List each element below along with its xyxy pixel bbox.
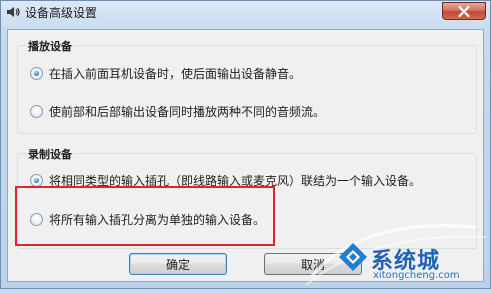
option-separate-input-jacks[interactable]: 将所有输入插孔分离为单独的输入设备。 [30,211,265,228]
title-bar[interactable]: 设备高级设置 [1,1,490,23]
option-mute-rear-on-front-headphone[interactable]: 在插入前面耳机设备时，使后面输出设备静音。 [30,65,301,82]
close-button[interactable] [442,2,486,20]
group-legend-playback: 播放设备 [26,38,74,54]
window-title: 设备高级设置 [25,6,98,20]
radio-button[interactable] [30,213,43,226]
option-label: 使前部和后部输出设备同时播放两种不同的音频流。 [49,105,326,119]
option-label: 将所有输入插孔分离为单独的输入设备。 [49,213,266,227]
group-legend-recording: 录制设备 [26,146,74,162]
watermark-logo: 系统城 xitongcheng.com [301,207,491,290]
watermark-url: xitongcheng.com [373,270,460,281]
close-icon [458,5,470,17]
settings-dialog: 设备高级设置 播放设备 在插入前面耳机设备时，使后面输出设备静音。 使前部和后部… [0,0,491,289]
option-combine-input-jacks[interactable]: 将相同类型的输入插孔（即线路输入或麦克风）联结为一个输入设备。 [30,172,421,189]
option-label: 将相同类型的输入插孔（即线路输入或麦克风）联结为一个输入设备。 [49,174,422,188]
radio-button-selected[interactable] [30,67,43,80]
radio-button[interactable] [30,105,43,118]
radio-button-selected[interactable] [30,174,43,187]
playback-devices-group: 播放设备 在插入前面耳机设备时，使后面输出设备静音。 使前部和后部输出设备同时播… [17,38,477,134]
option-dual-stream-playback[interactable]: 使前部和后部输出设备同时播放两种不同的音频流。 [30,103,325,120]
ok-button[interactable]: 确定 [129,253,227,275]
speaker-icon [5,4,21,20]
option-label: 在插入前面耳机设备时，使后面输出设备静音。 [49,67,302,81]
